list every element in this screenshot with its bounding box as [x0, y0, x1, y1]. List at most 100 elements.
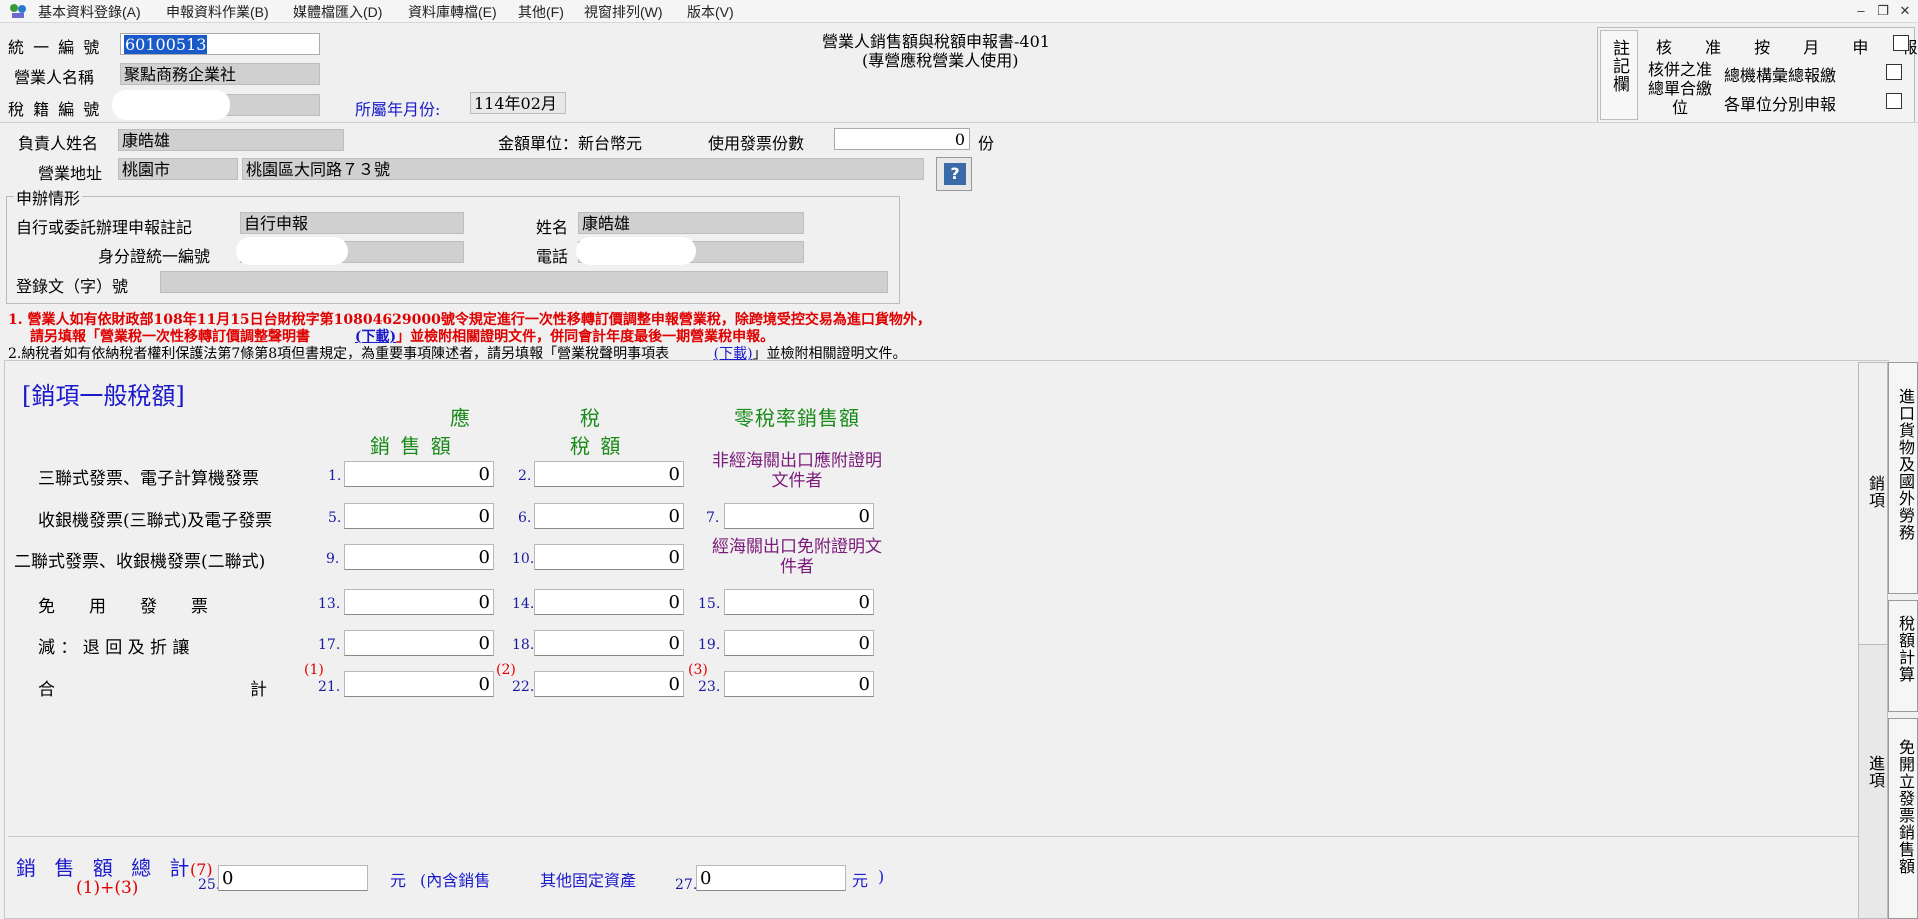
tab-sales[interactable]: 銷項: [1858, 362, 1888, 646]
minimize-button[interactable]: –: [1852, 2, 1870, 20]
restore-button[interactable]: ❐: [1874, 2, 1892, 20]
sales-amount-input[interactable]: 0: [344, 630, 494, 656]
tab-exempt[interactable]: 免開立發票銷售額: [1888, 718, 1918, 919]
row-index: 19.: [698, 637, 721, 653]
tax-id-label: 稅 籍 編 號: [8, 100, 102, 119]
total-tax-input[interactable]: 0: [534, 671, 684, 697]
head-sales: 銷 售 額: [370, 434, 453, 458]
sales-amount-input[interactable]: 0: [344, 544, 494, 570]
zero-note-2: 經海關出口免附證明文件者: [712, 537, 882, 577]
self-or-agent-label: 自行或委託辦理申報註記: [16, 218, 193, 237]
tab-import[interactable]: 進口貨物及國外勞務: [1888, 362, 1918, 594]
row-index: 17.: [318, 637, 341, 653]
head-taxable-2: 稅: [580, 406, 600, 430]
help-button[interactable]: ?: [936, 157, 972, 191]
tax-amount-input[interactable]: 0: [534, 589, 684, 615]
invoice-count-label: 使用發票份數: [708, 134, 805, 153]
row-index: 7.: [706, 510, 720, 526]
company-name-field: 聚點商務企業社: [120, 63, 320, 85]
fixed-assets-label: 其他固定資產: [540, 871, 637, 890]
total-label-a: 合: [38, 680, 55, 700]
menu-media-import[interactable]: 媒體檔匯入(D): [293, 2, 382, 22]
name-field: 康皓雄: [578, 212, 804, 234]
row-index: 13.: [318, 596, 341, 612]
zero-rate-input[interactable]: 0: [724, 630, 874, 656]
invoice-count-input[interactable]: 0: [834, 128, 970, 150]
row-index: 10.: [512, 551, 535, 567]
zero-rate-input[interactable]: 0: [724, 589, 874, 615]
fixed-assets-unit: 元: [852, 871, 869, 890]
form-subtitle: (專營應稅營業人使用): [862, 51, 1019, 70]
approve-monthly-label: 核 准 按 月 申 報: [1656, 38, 1918, 57]
zero-note-1: 非經海關出口應附證明文件者: [712, 451, 882, 491]
menu-filing[interactable]: 申報資料作業(B): [166, 2, 269, 22]
total-zero-rate-input[interactable]: 0: [724, 671, 874, 697]
tax-amount-input[interactable]: 0: [534, 544, 684, 570]
tab-tax-calc[interactable]: 稅額計算: [1888, 600, 1918, 712]
responsible-label: 負責人姓名: [18, 134, 99, 153]
period-field: 114年02月: [470, 92, 566, 114]
name-label: 姓名: [536, 218, 569, 237]
total-marker-1: (1): [304, 662, 324, 678]
menu-bar: 基本資料登錄(A) 申報資料作業(B) 媒體檔匯入(D) 資料庫轉檔(E) 其他…: [0, 0, 1918, 23]
row-index: 9.: [326, 551, 340, 567]
includes-text: (內含銷售: [420, 871, 491, 890]
redacted-id: [236, 237, 348, 265]
divider: [0, 122, 1918, 123]
row-index: 2.: [518, 468, 532, 484]
self-or-agent-field: 自行申報: [240, 212, 464, 234]
each-unit-checkbox[interactable]: [1886, 93, 1902, 109]
close-paren: ): [878, 867, 885, 886]
row-label: 收銀機發票(三聯式)及電子發票: [38, 511, 273, 531]
row-index: 5.: [328, 510, 342, 526]
unified-no-value: 60100513: [124, 35, 208, 54]
menu-version[interactable]: 版本(V): [687, 2, 734, 22]
unified-no-input[interactable]: 60100513: [120, 33, 320, 55]
row-label: 減 ： 退 回 及 折 讓: [38, 638, 190, 658]
divider: [8, 836, 1858, 837]
tab-purchase[interactable]: 進項: [1858, 644, 1888, 919]
sales-total-formula: (1)+(3): [76, 878, 139, 898]
menu-db-convert[interactable]: 資料庫轉檔(E): [408, 2, 497, 22]
period-label: 所屬年月份:: [355, 100, 441, 119]
row-index: 21.: [318, 679, 341, 695]
sales-amount-input[interactable]: 0: [344, 503, 494, 529]
row-label: 二聯式發票、收銀機發票(二聯式): [14, 552, 266, 572]
row-index: 14.: [512, 596, 535, 612]
sales-amount-input[interactable]: 0: [344, 461, 494, 487]
city-field: 桃園市: [118, 158, 238, 180]
tax-amount-input[interactable]: 0: [534, 461, 684, 487]
invoice-count-unit: 份: [978, 134, 995, 153]
row-label: 三聯式發票、電子計算機發票: [38, 469, 259, 489]
redacted-phone: [576, 237, 696, 265]
row-index: 6.: [518, 510, 532, 526]
head-office-checkbox[interactable]: [1886, 64, 1902, 80]
head-zero-rate: 零稅率銷售額: [734, 406, 860, 430]
menu-basic-data[interactable]: 基本資料登錄(A): [38, 2, 141, 22]
row-label: 免 用 發 票: [38, 597, 208, 617]
approve-monthly-checkbox[interactable]: [1893, 35, 1909, 51]
total-label-b: 計: [250, 680, 267, 700]
menu-other[interactable]: 其他(F): [518, 2, 564, 22]
row-index: 1.: [328, 468, 342, 484]
reg-no-field: [160, 271, 888, 293]
tax-amount-input[interactable]: 0: [534, 630, 684, 656]
sales-total-label: 銷 售 額 總 計: [16, 856, 196, 880]
combined-label: 核併之准總單合繳位: [1648, 60, 1713, 117]
menu-window[interactable]: 視窗排列(W): [584, 2, 663, 22]
total-sales-input[interactable]: 0: [344, 671, 494, 697]
fixed-assets-input[interactable]: 0: [696, 865, 846, 891]
help-icon: ?: [944, 163, 966, 185]
sales-total-input[interactable]: 0: [218, 865, 368, 891]
remark-label-box: 註記欄: [1600, 30, 1638, 120]
zero-rate-input[interactable]: 0: [724, 503, 874, 529]
row-index: 25.: [198, 877, 221, 893]
row-index: 22.: [512, 679, 535, 695]
redacted-tax-id: [112, 90, 230, 120]
sales-amount-input[interactable]: 0: [344, 589, 494, 615]
close-button[interactable]: ✕: [1896, 2, 1914, 20]
tab-purchase-label: 進項: [1866, 755, 1885, 789]
tax-amount-input[interactable]: 0: [534, 503, 684, 529]
row-index: 18.: [512, 637, 535, 653]
tab-tax-calc-label: 稅額計算: [1896, 615, 1915, 683]
